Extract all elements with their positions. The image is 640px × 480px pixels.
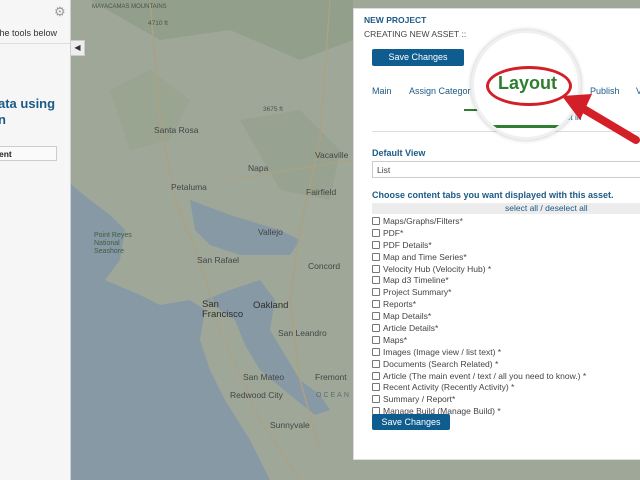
option-label: Map and Time Series*: [383, 251, 467, 262]
option-label: Project Summary*: [383, 287, 452, 298]
select-all-bar: select all / deselect all: [372, 203, 640, 214]
content-tab-option[interactable]: Article Details*: [372, 322, 586, 334]
select-all-link[interactable]: select all / deselect all: [505, 203, 588, 213]
checkbox[interactable]: [372, 264, 380, 273]
option-label: Images (Image view / list text) *: [383, 346, 502, 357]
option-label: Velocity Hub (Velocity Hub) *: [383, 263, 492, 274]
red-arrow-icon: [562, 94, 640, 144]
checkbox[interactable]: [372, 371, 380, 380]
checkbox[interactable]: [372, 300, 380, 309]
checkbox[interactable]: [372, 335, 380, 344]
option-label: Summary / Report*: [383, 394, 456, 405]
option-label: PDF*: [383, 227, 404, 238]
checkbox[interactable]: [372, 240, 380, 249]
checkbox[interactable]: [372, 216, 380, 225]
checkbox[interactable]: [372, 288, 380, 297]
content-tab-option[interactable]: Map Details*: [372, 310, 586, 322]
gear-icon[interactable]: ⚙: [54, 5, 66, 18]
content-tab-option[interactable]: Images (Image view / list text) *: [372, 346, 586, 358]
checkbox[interactable]: [372, 228, 380, 237]
side-heading: ata using n: [0, 96, 56, 127]
dialog-subtitle: CREATING NEW ASSET ::: [364, 29, 467, 39]
tab-main[interactable]: Main: [372, 86, 392, 96]
content-tab-option[interactable]: Documents (Search Related) *: [372, 358, 586, 370]
side-hint: the tools below: [0, 28, 70, 44]
option-label: Maps/Graphs/Filters*: [383, 215, 463, 226]
content-tab-option[interactable]: Maps*: [372, 334, 586, 346]
option-label: Recent Activity (Recently Activity) *: [383, 382, 515, 393]
tab-layout[interactable]: Layout: [498, 73, 557, 94]
content-tab-option[interactable]: Maps/Graphs/Filters*: [372, 215, 586, 227]
content-tab-option[interactable]: Article (The main event / text / all you…: [372, 370, 586, 382]
dialog-title: NEW PROJECT: [364, 15, 427, 25]
default-view-select[interactable]: List: [372, 161, 640, 178]
content-tab-option[interactable]: Map and Time Series*: [372, 251, 586, 263]
side-button[interactable]: ent: [0, 146, 57, 161]
checkbox[interactable]: [372, 383, 380, 392]
content-tabs-label: Choose content tabs you want displayed w…: [372, 190, 614, 200]
collapse-panel-icon[interactable]: ◀: [71, 40, 85, 56]
checkbox[interactable]: [372, 323, 380, 332]
option-label: Map d3 Timeline*: [383, 275, 449, 286]
option-label: Article (The main event / text / all you…: [383, 370, 587, 381]
option-label: Maps*: [383, 334, 408, 345]
option-label: PDF Details*: [383, 239, 432, 250]
content-tab-option[interactable]: Summary / Report*: [372, 393, 586, 405]
option-label: Article Details*: [383, 322, 439, 333]
content-tab-option[interactable]: Reports*: [372, 298, 586, 310]
checkbox[interactable]: [372, 359, 380, 368]
save-changes-button[interactable]: Save Changes: [372, 49, 464, 66]
checkbox[interactable]: [372, 347, 380, 356]
tab-assign-categories[interactable]: Assign Categor: [409, 86, 471, 96]
content-tab-option[interactable]: Recent Activity (Recently Activity) *: [372, 381, 586, 393]
content-tab-option[interactable]: PDF*: [372, 227, 586, 239]
checkbox[interactable]: [372, 395, 380, 404]
option-label: Map Details*: [383, 311, 432, 322]
default-view-label: Default View: [372, 148, 426, 158]
content-tab-option[interactable]: Velocity Hub (Velocity Hub) *: [372, 263, 586, 275]
content-tab-option[interactable]: PDF Details*: [372, 239, 586, 251]
option-label: Documents (Search Related) *: [383, 358, 499, 369]
checkbox[interactable]: [372, 276, 380, 285]
checkbox[interactable]: [372, 312, 380, 321]
content-tab-option[interactable]: Project Summary*: [372, 286, 586, 298]
option-label: Reports*: [383, 299, 417, 310]
save-changes-button-bottom[interactable]: Save Changes: [372, 414, 450, 430]
checkbox[interactable]: [372, 252, 380, 261]
side-panel: ⚙ the tools below ata using n ent: [0, 0, 71, 480]
content-tabs-list: Maps/Graphs/Filters* PDF* PDF Details* Map …: [372, 215, 586, 417]
content-tab-option[interactable]: Map d3 Timeline*: [372, 274, 586, 286]
